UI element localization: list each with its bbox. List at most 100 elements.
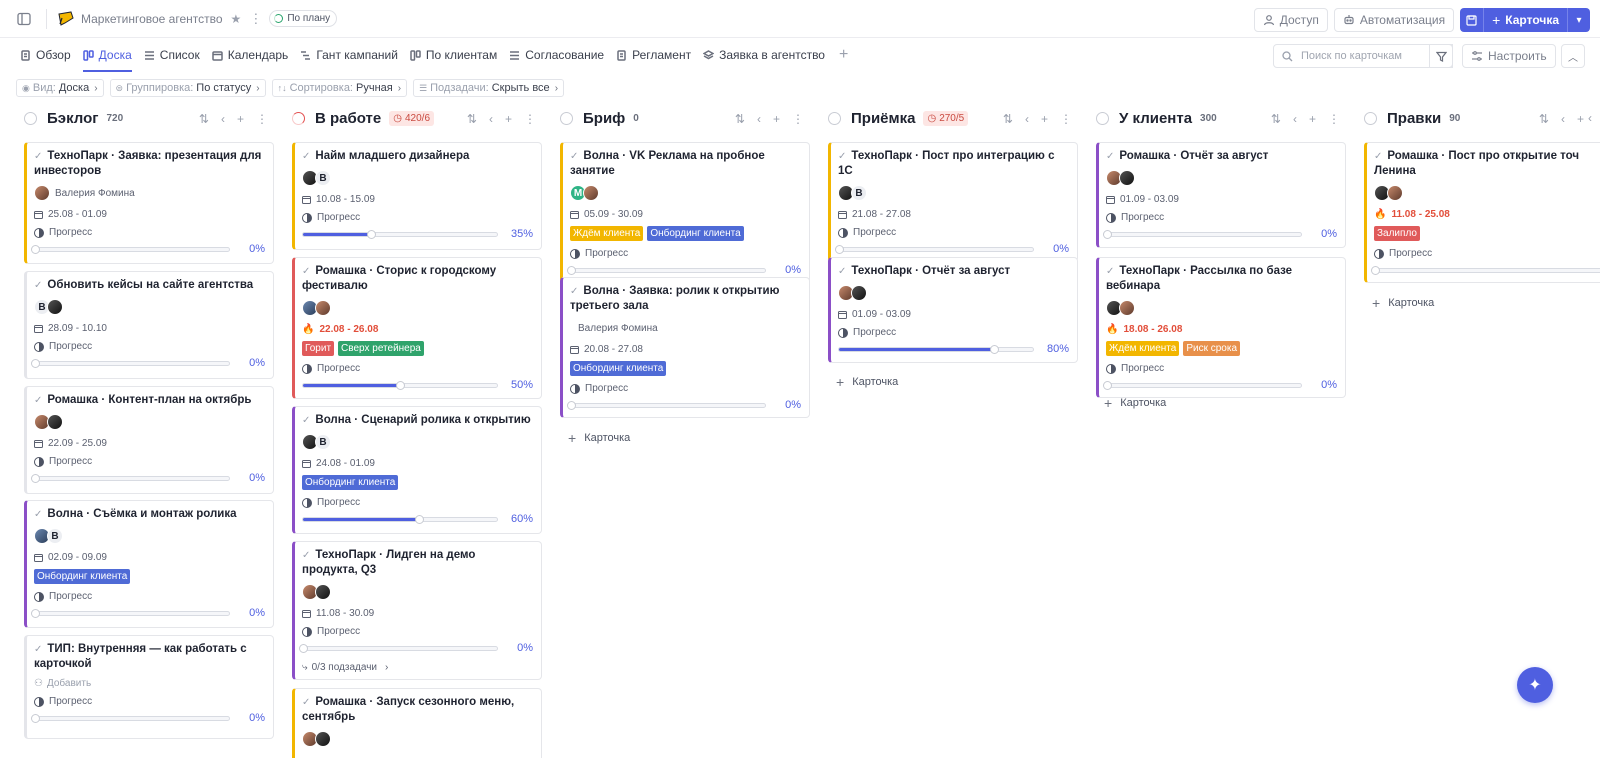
filter-chip-0[interactable]: ◉ Вид: Доска › xyxy=(16,79,104,97)
checkbox-icon[interactable]: ✓ xyxy=(570,151,578,162)
filter-chip-1[interactable]: ⊜ Группировка: По статусу › xyxy=(109,79,266,97)
checkbox-icon[interactable]: ✓ xyxy=(34,644,42,655)
tab-7[interactable]: Регламент xyxy=(616,38,691,72)
tag[interactable]: Онбординг клиента xyxy=(647,226,744,241)
chevron-left-icon[interactable]: ‹ xyxy=(1025,112,1029,126)
tab-3[interactable]: Календарь xyxy=(211,38,288,72)
tab-6[interactable]: Согласование xyxy=(509,38,604,72)
checkbox-icon[interactable]: ✓ xyxy=(302,697,310,708)
progress-handle[interactable] xyxy=(366,229,376,239)
task-card[interactable]: ✓ Ромашка · Сторис к городскому фестивалю… xyxy=(292,257,542,399)
task-card[interactable]: ✓ Обновить кейсы на сайте агентства В 28.09… xyxy=(24,271,274,379)
task-card[interactable]: ✓ Найм младшего дизайнера В 10.08 - 15.09 Пр… xyxy=(292,142,542,250)
tag[interactable]: Риск срока xyxy=(1183,341,1241,356)
progress-slider[interactable] xyxy=(302,380,498,390)
checkbox-icon[interactable]: ✓ xyxy=(34,509,42,520)
task-card[interactable]: ✓ Волна · Заявка: ролик к открытию третье… xyxy=(560,277,810,418)
plus-icon[interactable]: + xyxy=(1309,112,1316,126)
avatar[interactable] xyxy=(34,185,50,201)
add-card-button[interactable]: + Карточка xyxy=(1104,395,1166,411)
checkbox-icon[interactable]: ✓ xyxy=(34,395,42,406)
checkbox-icon[interactable]: ✓ xyxy=(1106,151,1114,162)
avatar[interactable] xyxy=(1119,300,1135,316)
chevron-left-icon[interactable]: ‹ xyxy=(757,112,761,126)
avatar[interactable] xyxy=(315,731,331,747)
tag[interactable]: Горит xyxy=(302,341,335,356)
tab-2[interactable]: Список xyxy=(144,38,200,72)
assistant-fab-button[interactable]: ✦ xyxy=(1517,667,1553,703)
more-icon[interactable]: ⋮ xyxy=(524,112,536,126)
chevron-left-icon[interactable]: ‹ xyxy=(1293,112,1297,126)
access-button[interactable]: Доступ xyxy=(1253,8,1328,32)
plus-icon[interactable]: + xyxy=(237,112,244,126)
chevron-left-icon[interactable]: ‹ xyxy=(1561,112,1565,126)
tag[interactable]: Онбординг клиента xyxy=(34,569,131,584)
sort-icon[interactable]: ⇅ xyxy=(1271,112,1281,126)
plus-icon[interactable]: + xyxy=(1041,112,1048,126)
task-card[interactable]: ✓ Ромашка · Пост про открытие точ Ленина 🔥… xyxy=(1364,142,1600,283)
tag[interactable]: Ждём клиента xyxy=(570,226,644,241)
search-input[interactable] xyxy=(1301,50,1441,62)
avatar[interactable]: В xyxy=(851,185,867,201)
checkbox-icon[interactable]: ✓ xyxy=(34,280,42,291)
task-card[interactable]: ✓ ТехноПарк · Отчёт за август 01.09 - 03.0… xyxy=(828,257,1078,363)
filter-button[interactable] xyxy=(1429,44,1453,68)
configure-button[interactable]: Настроить xyxy=(1462,44,1556,68)
checkbox-icon[interactable]: ✓ xyxy=(302,550,310,561)
progress-slider[interactable] xyxy=(1103,229,1302,239)
tab-5[interactable]: По клиентам xyxy=(410,38,497,72)
checkbox-icon[interactable]: ✓ xyxy=(34,151,42,162)
progress-slider[interactable] xyxy=(302,514,498,524)
tag[interactable]: Ждём клиента xyxy=(1106,341,1180,356)
more-icon[interactable]: ⋮ xyxy=(1596,112,1600,126)
checkbox-icon[interactable]: ✓ xyxy=(1374,151,1382,162)
progress-slider[interactable] xyxy=(835,244,1034,254)
avatar[interactable]: В xyxy=(315,434,331,450)
add-card-button[interactable]: + Карточка xyxy=(836,374,898,390)
automation-button[interactable]: Автоматизация xyxy=(1333,8,1455,32)
chevron-left-icon[interactable]: ‹ xyxy=(221,112,225,126)
task-card[interactable]: ✓ ТехноПарк · Пост про интеграцию с 1С В 21… xyxy=(828,142,1078,262)
tag[interactable]: Залипло xyxy=(1374,226,1420,241)
progress-handle[interactable] xyxy=(31,713,40,723)
tag[interactable]: Сверх ретейнера xyxy=(338,341,424,356)
subtasks-toggle[interactable]: ⤷ 0/3 подзадачи › xyxy=(302,662,533,673)
scroll-right-icon[interactable]: ‹ xyxy=(1588,111,1592,125)
avatar[interactable]: В xyxy=(47,528,63,544)
task-card[interactable]: ✓ ТехноПарк · Рассылка по базе вебинара 🔥 1… xyxy=(1096,257,1346,398)
task-card[interactable]: ✓ Волна · Съёмка и монтаж ролика В 02.09 - … xyxy=(24,500,274,628)
progress-handle[interactable] xyxy=(1103,229,1112,239)
save-icon[interactable] xyxy=(1460,8,1485,32)
more-icon[interactable]: ⋮ xyxy=(1328,112,1340,126)
task-card[interactable]: ✓ Ромашка · Запуск сезонного меню, сентяб… xyxy=(292,688,542,758)
more-icon[interactable]: ⋮ xyxy=(249,11,262,27)
avatar[interactable] xyxy=(1387,185,1403,201)
collapse-button[interactable]: ︿ xyxy=(1561,44,1585,68)
filter-chip-3[interactable]: ☰ Подзадачи: Скрыть все › xyxy=(413,79,565,97)
progress-handle[interactable] xyxy=(1371,265,1380,275)
add-card-button[interactable]: + Карточка xyxy=(568,430,630,446)
avatar[interactable] xyxy=(315,584,331,600)
progress-slider[interactable] xyxy=(1371,265,1600,275)
progress-slider[interactable] xyxy=(31,473,230,483)
task-card[interactable]: ✓ Ромашка · Контент-план на октябрь 22.09 … xyxy=(24,386,274,494)
tag[interactable]: Онбординг клиента xyxy=(570,361,667,376)
tab-0[interactable]: Обзор xyxy=(20,38,71,72)
plus-icon[interactable]: + xyxy=(773,112,780,126)
checkbox-icon[interactable]: ✓ xyxy=(838,266,846,277)
create-card-dropdown[interactable]: ▾ xyxy=(1568,8,1590,32)
progress-handle[interactable] xyxy=(31,244,40,254)
avatar[interactable] xyxy=(47,414,63,430)
progress-slider[interactable] xyxy=(838,344,1034,354)
progress-handle[interactable] xyxy=(835,244,844,254)
chevron-left-icon[interactable]: ‹ xyxy=(489,112,493,126)
task-card[interactable]: ✓ Ромашка · Отчёт за август 01.09 - 03.09 П… xyxy=(1096,142,1346,248)
progress-slider[interactable] xyxy=(31,358,230,368)
sort-icon[interactable]: ⇅ xyxy=(1003,112,1013,126)
progress-handle[interactable] xyxy=(299,643,308,653)
sort-icon[interactable]: ⇅ xyxy=(199,112,209,126)
progress-handle[interactable] xyxy=(1103,380,1112,390)
sort-icon[interactable]: ⇅ xyxy=(467,112,477,126)
progress-slider[interactable] xyxy=(299,643,498,653)
avatar[interactable] xyxy=(1119,170,1135,186)
